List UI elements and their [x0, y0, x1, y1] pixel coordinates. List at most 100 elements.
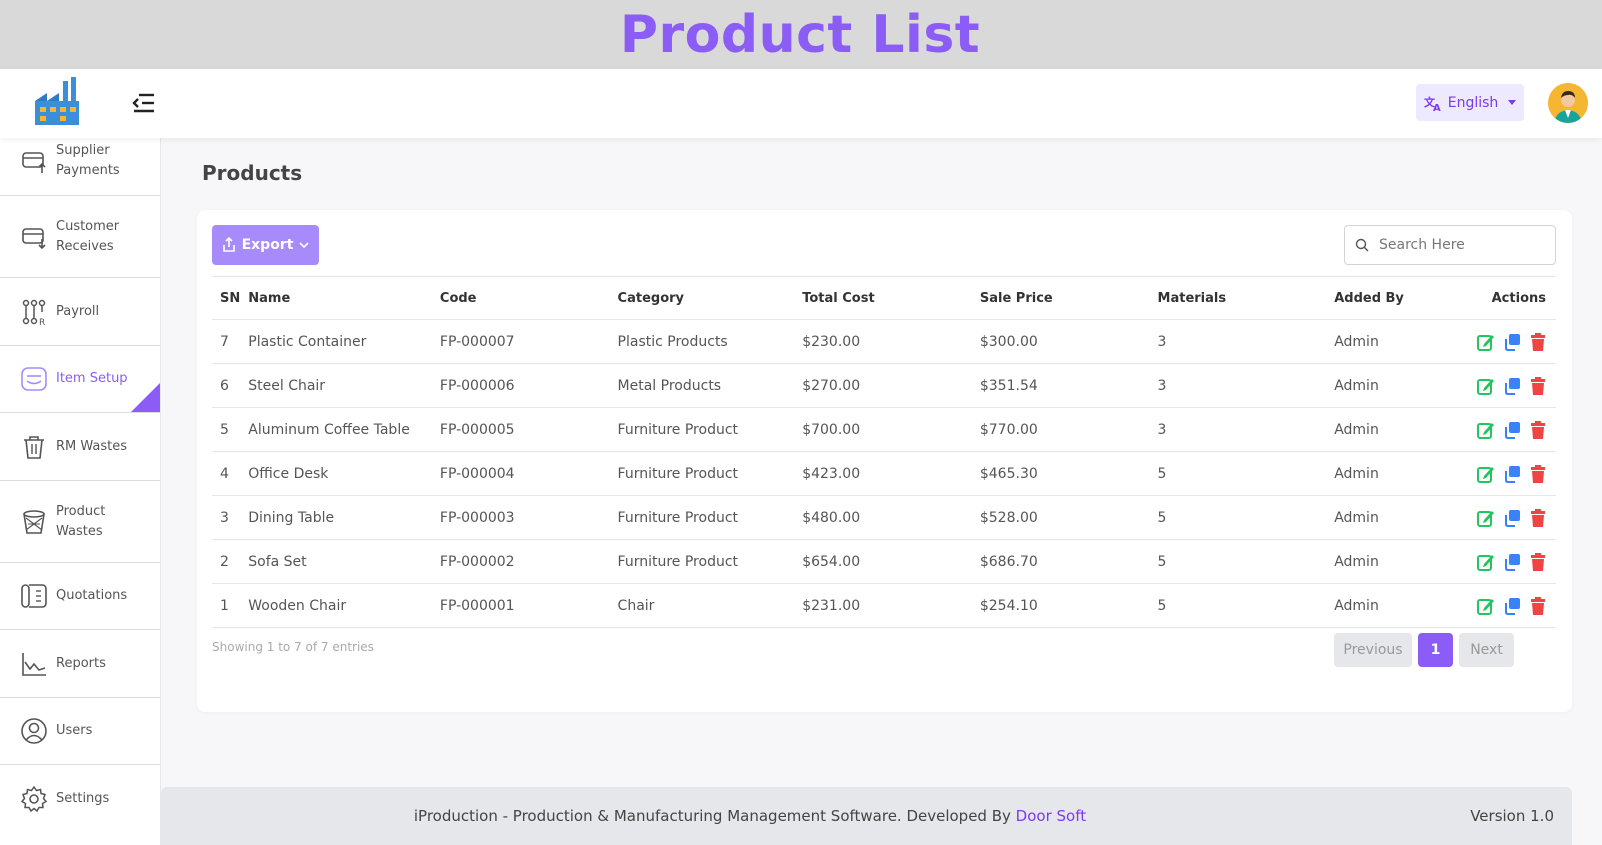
cell-added-by: Admin: [1326, 495, 1427, 540]
sidebar-item-supplier-payments[interactable]: Supplier Payments: [0, 138, 160, 196]
copy-icon[interactable]: [1502, 332, 1522, 352]
footer-description: iProduction - Production & Manufacturing…: [413, 807, 1016, 825]
version-label: Version 1.0: [1470, 807, 1554, 825]
products-table: SN Name Code Category Total Cost Sale Price Ma…: [212, 276, 1556, 628]
banner-title: Product List: [619, 4, 981, 65]
sidebar: Supplier Payments Customer Receives R Pa…: [0, 138, 161, 845]
table-row: 3 Dining Table FP-000003 Furniture Product $…: [212, 495, 1556, 540]
copy-icon[interactable]: [1502, 596, 1522, 616]
copy-icon[interactable]: [1502, 376, 1522, 396]
cell-materials: 3: [1149, 319, 1327, 364]
cell-materials: 5: [1149, 539, 1327, 584]
delete-icon[interactable]: [1528, 596, 1548, 616]
sidebar-item-label: Customer Receives: [56, 218, 120, 254]
copy-icon[interactable]: [1502, 420, 1522, 440]
supplier-payments-icon: [22, 151, 46, 173]
cell-materials: 3: [1149, 407, 1327, 452]
sidebar-item-quotations[interactable]: Quotations: [0, 563, 160, 630]
cell-materials: 5: [1149, 451, 1327, 496]
cell-sale-price: $351.54: [971, 363, 1150, 408]
sidebar-item-users[interactable]: Users: [0, 698, 160, 765]
search-input[interactable]: [1379, 237, 1539, 253]
sidebar-item-customer-receives[interactable]: Customer Receives: [0, 196, 160, 278]
column-header[interactable]: Materials: [1149, 276, 1327, 320]
table-row: 6 Steel Chair FP-000006 Metal Products $270.…: [212, 363, 1556, 408]
cell-code: FP-000003: [431, 495, 610, 540]
delete-icon[interactable]: [1528, 552, 1548, 572]
cell-materials: 3: [1149, 363, 1327, 408]
factory-logo-icon[interactable]: [33, 77, 83, 127]
search-box[interactable]: [1344, 225, 1556, 265]
copy-icon[interactable]: [1502, 464, 1522, 484]
column-header[interactable]: Actions: [1426, 276, 1556, 320]
copy-icon[interactable]: [1502, 552, 1522, 572]
column-header[interactable]: Name: [240, 276, 432, 320]
column-header[interactable]: Sale Price: [971, 276, 1150, 320]
cell-actions: [1426, 583, 1556, 628]
cell-sale-price: $254.10: [971, 583, 1150, 628]
cell-materials: 5: [1149, 583, 1327, 628]
sidebar-item-item-setup[interactable]: Item Setup: [0, 346, 160, 413]
cell-sale-price: $528.00: [971, 495, 1150, 540]
sidebar-item-label: Quotations: [56, 588, 128, 603]
cell-category: Furniture Product: [609, 495, 795, 540]
sidebar-item-settings[interactable]: Settings: [0, 765, 160, 845]
column-header[interactable]: Added By: [1326, 276, 1427, 320]
svg-text:A: A: [1433, 103, 1441, 112]
sidebar-item-label: Supplier Payments: [56, 142, 120, 178]
table-row: 5 Aluminum Coffee Table FP-000005 Furniture…: [212, 407, 1556, 452]
copy-icon[interactable]: [1502, 508, 1522, 528]
cell-sale-price: $686.70: [971, 539, 1150, 584]
upload-icon: [222, 237, 235, 252]
edit-icon[interactable]: [1476, 376, 1496, 396]
user-avatar[interactable]: [1548, 83, 1588, 123]
column-header[interactable]: Category: [609, 276, 795, 320]
cell-actions: [1426, 451, 1556, 496]
edit-icon[interactable]: [1476, 332, 1496, 352]
delete-icon[interactable]: [1528, 332, 1548, 352]
column-header[interactable]: Total Cost: [794, 276, 972, 320]
edit-icon[interactable]: [1476, 420, 1496, 440]
edit-icon[interactable]: [1476, 464, 1496, 484]
table-row: 7 Plastic Container FP-000007 Plastic Produ…: [212, 319, 1556, 364]
language-dropdown[interactable]: 文 A English: [1416, 84, 1524, 121]
cell-category: Furniture Product: [609, 451, 795, 496]
page-1-button[interactable]: 1: [1418, 633, 1453, 667]
cell-category: Metal Products: [609, 363, 795, 408]
sidebar-item-rm-wastes[interactable]: RM Wastes: [0, 413, 160, 481]
sidebar-item-reports[interactable]: Reports: [0, 630, 160, 698]
edit-icon[interactable]: [1476, 552, 1496, 572]
delete-icon[interactable]: [1528, 376, 1548, 396]
edit-icon[interactable]: [1476, 508, 1496, 528]
delete-icon[interactable]: [1528, 508, 1548, 528]
next-page-button[interactable]: Next: [1459, 633, 1514, 667]
translate-icon: 文 A: [1424, 95, 1441, 112]
developer-link[interactable]: Door Soft: [1016, 807, 1086, 825]
edit-icon[interactable]: [1476, 596, 1496, 616]
table-row: 1 Wooden Chair FP-000001 Chair $231.00 $254.1…: [212, 583, 1556, 628]
payroll-icon: R: [22, 299, 45, 326]
sidebar-item-payroll[interactable]: R Payroll: [0, 278, 160, 346]
export-button[interactable]: Export: [212, 225, 319, 265]
reports-icon: [22, 652, 46, 676]
cell-sn: 4: [212, 451, 241, 496]
menu-collapse-icon[interactable]: [130, 91, 158, 115]
column-header[interactable]: Code: [431, 276, 610, 320]
previous-page-button[interactable]: Previous: [1334, 633, 1412, 667]
svg-text:R: R: [39, 318, 45, 326]
cell-sale-price: $770.00: [971, 407, 1150, 452]
cell-sn: 1: [212, 583, 241, 628]
column-header[interactable]: SN: [212, 276, 241, 320]
language-label: English: [1447, 94, 1499, 111]
entries-info: Showing 1 to 7 of 7 entries: [212, 640, 374, 654]
cell-name: Dining Table: [240, 495, 432, 540]
cell-code: FP-000007: [431, 319, 610, 364]
cell-total-cost: $270.00: [794, 363, 972, 408]
delete-icon[interactable]: [1528, 420, 1548, 440]
wastebasket-icon: [23, 509, 45, 534]
cell-total-cost: $423.00: [794, 451, 972, 496]
delete-icon[interactable]: [1528, 464, 1548, 484]
sidebar-item-label: Settings: [56, 791, 110, 806]
sidebar-item-product-wastes[interactable]: Product Wastes: [0, 481, 160, 563]
sidebar-item-label: Users: [56, 723, 93, 738]
